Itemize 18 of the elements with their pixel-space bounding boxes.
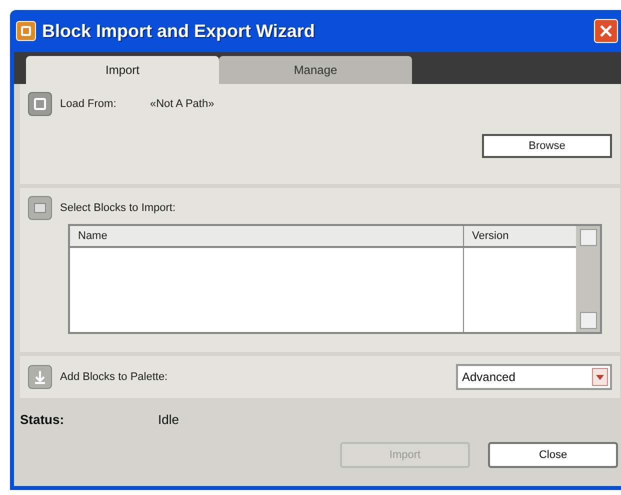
palette-dropdown[interactable]: Advanced	[456, 364, 612, 390]
close-icon[interactable]	[594, 19, 618, 43]
load-path: «Not A Path»	[150, 96, 214, 112]
tab[interactable]: Import	[26, 56, 219, 84]
status-value: Idle	[158, 411, 179, 430]
select-blocks-label: Select Blocks to Import:	[60, 200, 176, 216]
browse-button[interactable]: Browse	[482, 134, 612, 158]
app-icon	[16, 21, 36, 41]
download-icon	[28, 365, 52, 389]
scrollbar[interactable]	[576, 226, 600, 332]
column-header[interactable]: Name	[70, 226, 463, 248]
add-blocks-label: Add Blocks to Palette:	[60, 370, 168, 385]
load-from-label: Load From:	[60, 96, 118, 112]
window-title: Block Import and Export Wizard	[42, 20, 315, 43]
dialog-button[interactable]: Close	[488, 442, 618, 468]
tab[interactable]: Manage	[219, 56, 412, 84]
status-label: Status:	[20, 411, 66, 430]
column-header[interactable]: Version	[464, 226, 576, 248]
